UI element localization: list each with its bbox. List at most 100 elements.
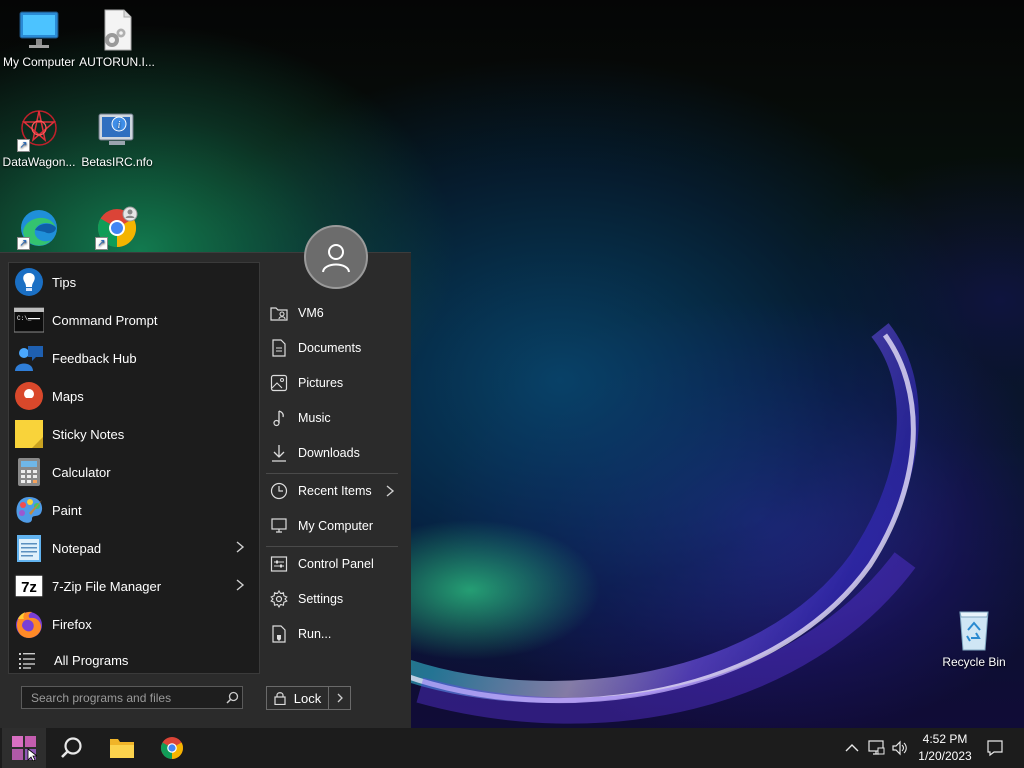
start-button[interactable] [2, 728, 46, 768]
folder-icon [110, 739, 134, 758]
network-button[interactable] [866, 738, 886, 758]
desktop-icon-my-computer[interactable]: My Computer [0, 8, 78, 69]
desktop-icon-autorun[interactable]: AUTORUN.I... [78, 8, 156, 69]
chrome-taskbar-button[interactable] [150, 728, 194, 768]
programs-panel: Tips C:\_ Command Prompt Feedback Hub Ma… [8, 262, 260, 674]
datawagon-icon: ↗ [17, 108, 61, 152]
search-box[interactable] [21, 686, 243, 709]
edge-icon: ↗ [17, 206, 61, 250]
lock-label: Lock [293, 690, 322, 706]
chrome-icon: ↗ [95, 206, 139, 250]
place-recent-items[interactable]: Recent Items [266, 476, 400, 506]
program-label: Calculator [52, 464, 111, 480]
chevron-right-icon [337, 693, 343, 703]
place-control-panel[interactable]: Control Panel [266, 549, 400, 579]
user-folder-icon [270, 304, 288, 322]
command-prompt-icon: C:\_ [13, 305, 45, 335]
music-icon [270, 409, 288, 427]
place-label: Pictures [298, 376, 344, 390]
desktop-icon-label: Recycle Bin [942, 655, 1006, 669]
program-notepad[interactable]: Notepad [9, 529, 259, 567]
place-run[interactable]: Run... [266, 619, 400, 649]
places-separator [266, 473, 398, 474]
chevron-up-icon [845, 744, 859, 752]
search-icon [61, 737, 82, 758]
place-downloads[interactable]: Downloads [266, 438, 400, 468]
show-hidden-icons-button[interactable] [842, 738, 862, 758]
place-label: My Computer [298, 519, 374, 533]
7zip-icon: 7z [14, 571, 44, 601]
lock-icon [274, 691, 286, 705]
place-label: Downloads [298, 446, 360, 460]
place-label: VM6 [298, 306, 324, 320]
user-avatar[interactable] [304, 225, 368, 289]
desktop-icon-edge[interactable]: ↗ [0, 206, 78, 253]
windows-logo-icon [12, 736, 37, 761]
lock-button[interactable]: Lock [267, 687, 329, 709]
program-label: Feedback Hub [52, 350, 137, 366]
chrome-icon [161, 737, 183, 759]
place-pictures[interactable]: Pictures [266, 368, 400, 398]
program-command-prompt[interactable]: C:\_ Command Prompt [9, 301, 259, 339]
program-maps[interactable]: Maps [9, 377, 259, 415]
desktop-icon-recycle-bin[interactable]: Recycle Bin [935, 608, 1013, 669]
program-label: Maps [52, 388, 84, 404]
place-settings[interactable]: Settings [266, 584, 400, 614]
network-icon [868, 740, 885, 755]
volume-button[interactable] [890, 738, 910, 758]
power-options-button[interactable] [329, 687, 350, 709]
all-programs-label: All Programs [54, 652, 129, 668]
download-icon [270, 444, 288, 462]
program-label: Firefox [52, 616, 92, 632]
program-feedback-hub[interactable]: Feedback Hub [9, 339, 259, 377]
list-icon [19, 651, 37, 669]
control-panel-icon [270, 555, 288, 573]
chevron-right-icon [236, 541, 245, 553]
computer-icon [270, 517, 288, 535]
file-explorer-button[interactable] [100, 728, 144, 768]
search-icon[interactable] [222, 688, 242, 708]
desktop-icon-label: My Computer [2, 55, 76, 69]
place-my-computer[interactable]: My Computer [266, 511, 400, 541]
places-separator [266, 546, 398, 547]
paint-icon [14, 495, 44, 525]
program-paint[interactable]: Paint [9, 491, 259, 529]
search-button[interactable] [50, 728, 94, 768]
program-label: Paint [52, 502, 82, 518]
shortcut-arrow-icon: ↗ [17, 139, 30, 152]
desktop-icon-label: AUTORUN.I... [79, 55, 155, 69]
notifications-button[interactable] [985, 738, 1005, 758]
shortcut-arrow-icon: ↗ [17, 237, 30, 250]
settings-file-icon [95, 8, 139, 52]
program-label: 7-Zip File Manager [52, 578, 162, 594]
desktop-icon-chrome[interactable]: ↗ [78, 206, 156, 253]
desktop-icon-betasirc[interactable]: i BetasIRC.nfo [78, 108, 156, 169]
svg-text:7z: 7z [21, 579, 37, 596]
program-calculator[interactable]: Calculator [9, 453, 259, 491]
chevron-right-icon [236, 579, 245, 591]
user-icon [322, 244, 350, 273]
place-label: Music [298, 411, 331, 425]
maps-icon [14, 381, 44, 411]
place-user-folder[interactable]: VM6 [266, 298, 400, 328]
program-label: Command Prompt [52, 312, 158, 328]
program-sticky-notes[interactable]: Sticky Notes [9, 415, 259, 453]
place-label: Run... [298, 627, 332, 641]
program-7zip[interactable]: 7z 7-Zip File Manager [9, 567, 259, 605]
lock-button-group: Lock [266, 686, 351, 710]
program-tips[interactable]: Tips [9, 263, 259, 301]
speaker-icon [892, 740, 907, 756]
desktop-icon-datawagon[interactable]: ↗ DataWagon... [0, 108, 78, 169]
program-firefox[interactable]: Firefox [9, 605, 259, 643]
place-music[interactable]: Music [266, 403, 400, 433]
feedback-hub-icon [14, 343, 44, 373]
search-input[interactable] [22, 687, 222, 708]
svg-text:i: i [118, 120, 121, 131]
tips-icon [14, 267, 44, 297]
place-documents[interactable]: Documents [266, 333, 400, 363]
start-menu: Tips C:\_ Command Prompt Feedback Hub Ma… [0, 225, 411, 728]
sticky-notes-icon [14, 419, 44, 449]
all-programs-button[interactable]: All Programs [9, 643, 259, 677]
taskbar-clock[interactable]: 4:52 PM 1/20/2023 [912, 731, 978, 765]
clock-date: 1/20/2023 [918, 749, 972, 763]
